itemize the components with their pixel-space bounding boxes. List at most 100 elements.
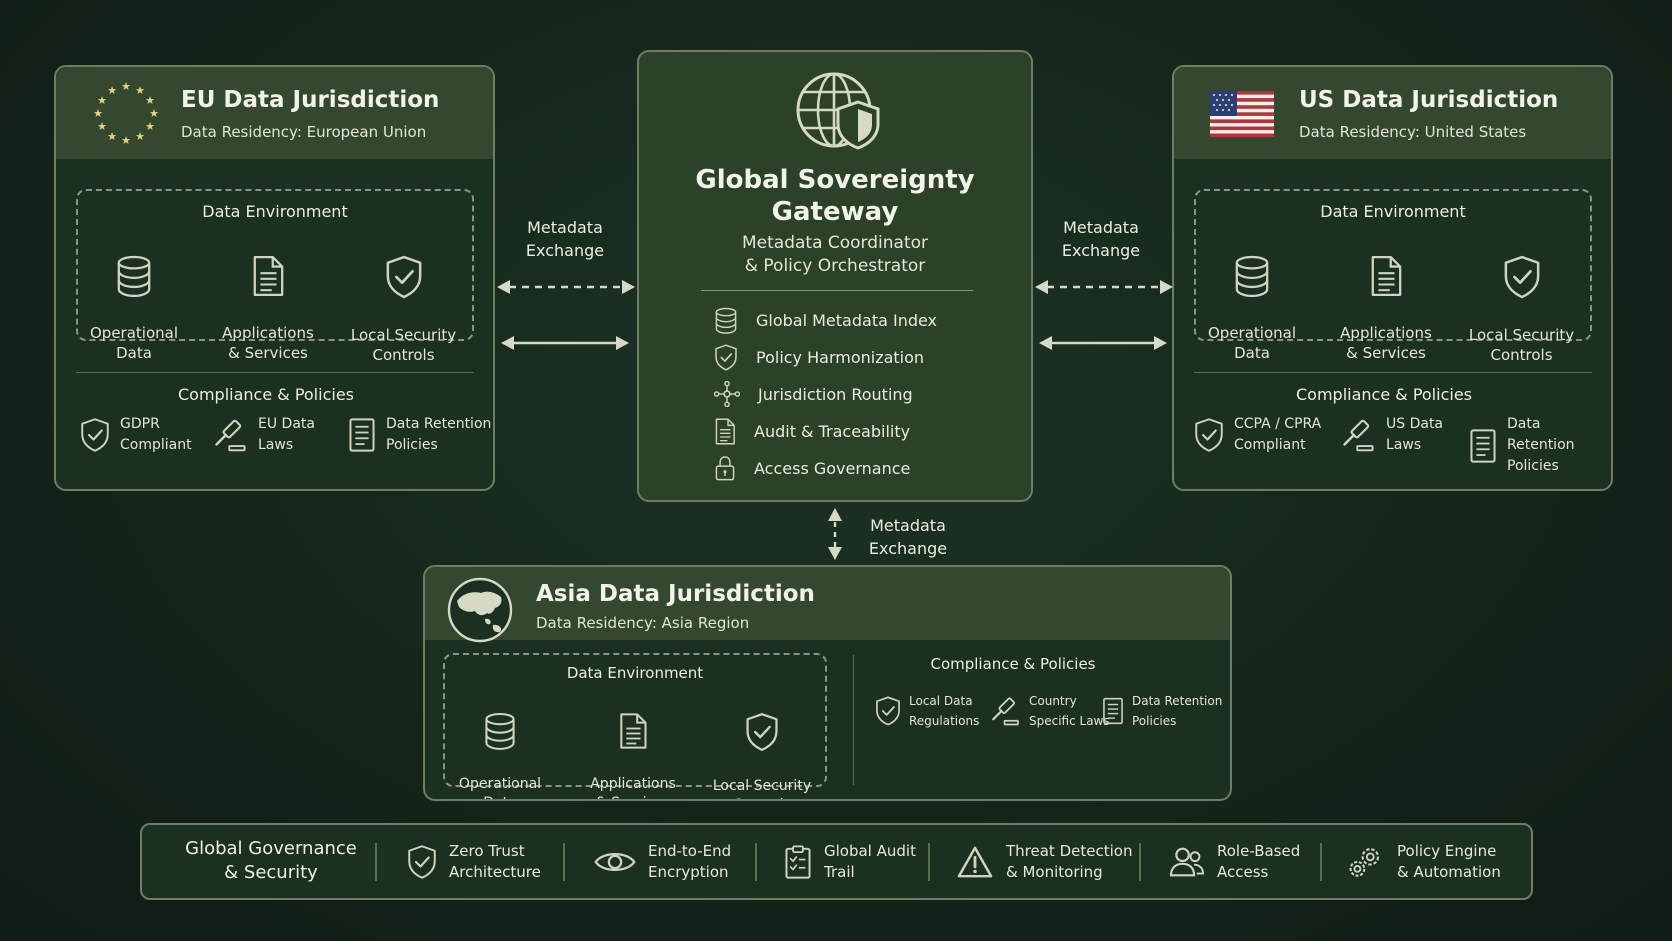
us-title: US Data Jurisdiction [1299,87,1559,113]
bar-separator [928,843,930,881]
warning-icon [956,845,994,879]
svg-text:★: ★ [121,134,131,147]
left-exchange-label: Metadata Exchange [525,218,605,260]
us-operational-data: Operational Data [1192,235,1312,363]
shield-check-icon [385,255,423,299]
gears-icon [1347,844,1385,880]
routing-icon [714,381,740,407]
svg-text:★: ★ [135,130,145,143]
svg-text:★: ★ [149,107,159,120]
bottom-exchange-label: Metadata Exchange [868,516,948,558]
eu-divider [76,372,474,373]
asia-env-title: Data Environment [566,664,704,682]
gov-policy-engine: Policy Engine & Automation [1347,825,1501,898]
shield-check-icon [745,712,779,752]
asia-local-security: Local Security Controls [697,693,827,799]
gavel-icon [991,696,1021,726]
shield-check-icon [407,844,437,880]
asia-policy-country-laws: Country Specific Laws [991,691,1110,731]
list-document-icon [1102,695,1124,727]
eu-policy-retention: Data Retention Policies [348,414,491,456]
svg-text:★: ★ [145,120,155,133]
us-compliance-title: Compliance & Policies [1295,385,1472,404]
gavel-icon [1342,418,1376,452]
eu-compliance-title: Compliance & Policies [177,385,354,404]
gateway-feature-policy-harmonization: Policy Harmonization [714,344,924,371]
bar-separator [1139,843,1141,881]
gateway-feature-audit: Audit & Traceability [714,418,910,445]
connector-right [1035,280,1173,350]
us-applications-services: Applications & Services [1326,235,1446,363]
eu-operational-data: Operational Data [74,235,194,363]
document-icon [714,418,736,445]
users-icon [1169,846,1205,878]
shield-check-icon [80,417,110,453]
bar-separator [375,843,377,881]
us-jurisdiction-panel: US Data Jurisdiction Data Residency: Uni… [1172,65,1613,491]
database-icon [1233,255,1271,297]
gateway-title: Global Sovereignty Gateway [695,165,975,227]
document-icon [251,255,285,297]
clipboard-check-icon [784,844,812,880]
us-policy-ccpa: CCPA / CPRA Compliant [1194,414,1321,456]
asia-panel-header: Asia Data Jurisdiction Data Residency: A… [425,567,1230,643]
database-icon [483,712,517,750]
gateway-feature-metadata-index: Global Metadata Index [714,307,937,334]
svg-text:★: ★ [97,94,107,107]
svg-text:★: ★ [93,107,103,120]
shield-check-icon [875,695,901,727]
database-icon [714,307,738,334]
list-document-icon [1469,428,1497,464]
eu-policy-laws: EU Data Laws [214,414,315,456]
gateway-panel: Global Sovereignty Gateway Metadata Coor… [637,50,1033,502]
gateway-feature-jurisdiction-routing: Jurisdiction Routing [714,381,913,407]
asia-compliance-title: Compliance & Policies [930,655,1096,673]
svg-text:★: ★ [135,84,145,97]
asia-jurisdiction-panel: Asia Data Jurisdiction Data Residency: A… [423,565,1232,801]
us-policy-laws: US Data Laws [1342,414,1443,456]
asia-title: Asia Data Jurisdiction [536,581,815,607]
document-icon [618,712,648,750]
shield-check-icon [714,344,738,371]
right-exchange-label: Metadata Exchange [1061,218,1141,260]
eu-jurisdiction-panel: ★ ★ ★ ★ ★ ★ ★ ★ ★ ★ ★ ★ EU Data Jurisdiction Dat… [54,65,495,491]
svg-text:★: ★ [97,120,107,133]
svg-text:★: ★ [145,94,155,107]
eu-applications-services: Applications & Services [208,235,328,363]
gov-encryption: End-to-End Encryption [594,825,731,898]
asia-operational-data: Operational Data [445,693,555,799]
shield-check-icon [1503,255,1541,299]
us-divider [1194,372,1592,373]
us-env-title: Data Environment [1320,202,1466,221]
us-panel-header: US Data Jurisdiction Data Residency: Uni… [1174,67,1611,159]
gateway-divider [701,290,973,291]
document-icon [1369,255,1403,297]
gateway-feature-access-governance: Access Governance [714,455,910,481]
us-flag-icon [1210,91,1274,137]
lock-icon [714,455,736,481]
svg-text:★: ★ [121,80,131,93]
asia-vertical-divider [853,655,854,785]
asia-policy-local-data: Local Data Regulations [875,691,979,731]
connector-left [497,280,635,350]
eu-flag-icon: ★ ★★ ★★★ ★★★ ★★★ [93,80,159,147]
eu-local-security: Local Security Controls [336,235,471,365]
gov-threat-detection: Threat Detection & Monitoring [956,825,1132,898]
us-local-security: Local Security Controls [1454,235,1589,365]
svg-text:★: ★ [107,130,117,143]
eu-policy-gdpr: GDPR Compliant [80,414,192,456]
gov-audit-trail: Global Audit Trail [784,825,916,898]
bar-separator [755,843,757,881]
eu-env-title: Data Environment [202,202,348,221]
asia-subtitle: Data Residency: Asia Region [536,614,750,632]
eu-panel-header: ★ ★ ★ ★ ★ ★ ★ ★ ★ ★ ★ ★ EU Data Jurisdiction Dat… [56,67,493,159]
eye-icon [594,848,636,876]
gateway-subtitle: Metadata Coordinator & Policy Orchestrat… [741,233,929,276]
shield-check-icon [1194,417,1224,453]
connector-bottom [828,508,842,560]
bar-separator [1320,843,1322,881]
governance-title: Global Governance & Security [185,838,357,883]
svg-text:★: ★ [107,84,117,97]
asia-applications-services: Applications & Services [573,693,693,799]
gov-role-based-access: Role-Based Access [1169,825,1300,898]
